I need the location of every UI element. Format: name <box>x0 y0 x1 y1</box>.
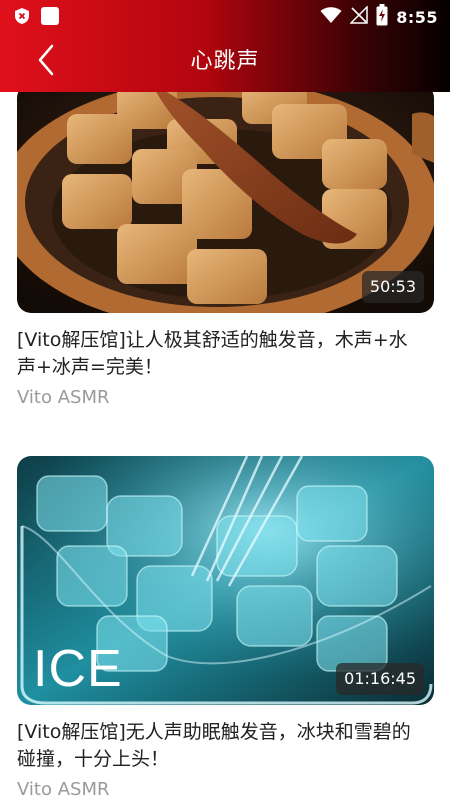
video-title[interactable]: [Vito解压馆]让人极其舒适的触发音，木声+水声+冰声=完美！ <box>17 327 422 381</box>
video-title[interactable]: [Vito解压馆]无人声助眠触发音，冰块和雪碧的碰撞，十分上头！ <box>17 719 422 773</box>
video-card[interactable]: ICE 01:16:45 [Vito解压馆]无人声助眠触发音，冰块和雪碧的碰撞，… <box>17 456 434 800</box>
shield-icon <box>14 7 30 29</box>
thumbnail-overlay-text: ICE <box>33 640 123 698</box>
video-author: Vito ASMR <box>17 387 110 408</box>
video-card[interactable]: 50:53 [Vito解压馆]让人极其舒适的触发音，木声+水声+冰声=完美！ V… <box>17 84 434 408</box>
page-title: 心跳声 <box>190 49 260 74</box>
status-bar: 8:55 <box>0 0 450 32</box>
video-author: Vito ASMR <box>17 779 110 800</box>
video-thumbnail[interactable]: 50:53 <box>17 84 434 313</box>
battery-charging-icon <box>376 4 388 30</box>
wifi-icon <box>320 6 342 28</box>
video-duration: 50:53 <box>361 271 424 303</box>
square-icon <box>40 6 60 30</box>
status-time: 8:55 <box>396 7 438 27</box>
video-thumbnail[interactable]: ICE 01:16:45 <box>17 456 434 705</box>
signal-off-icon <box>349 5 368 28</box>
video-duration: 01:16:45 <box>336 663 424 695</box>
app-bar: 心跳声 <box>0 32 450 92</box>
